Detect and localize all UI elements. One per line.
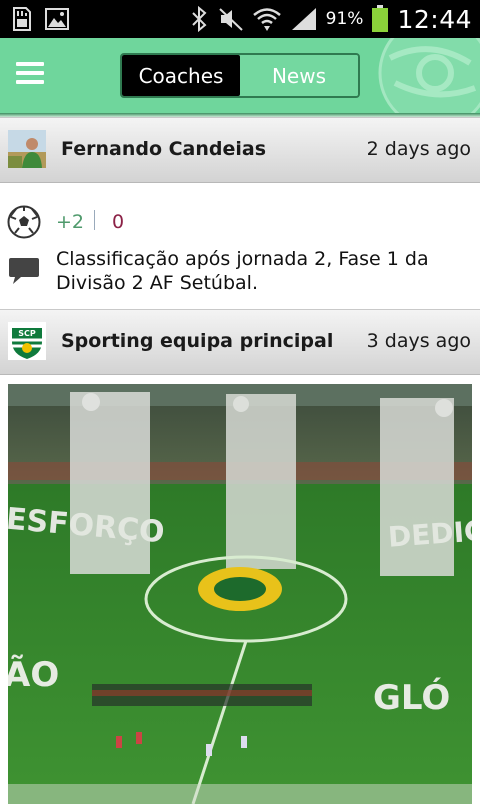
bluetooth-icon	[191, 6, 207, 32]
avatar-photo	[8, 130, 46, 168]
avatar[interactable]	[8, 130, 46, 168]
menu-button[interactable]	[16, 62, 44, 86]
pitch-text-dedic: DEDIC	[387, 514, 472, 554]
avatar[interactable]: SCP	[8, 322, 46, 360]
menu-line	[16, 62, 44, 66]
score-minus: 0	[112, 211, 125, 233]
menu-line	[16, 71, 44, 75]
ball-watermark-icon	[378, 38, 480, 113]
post-body: +2 0 Classificação após jornada 2, Fase …	[0, 183, 480, 308]
wifi-icon	[252, 8, 281, 31]
stadium-image: ESFORÇO DEDIC ÃO GLÓ	[8, 384, 472, 804]
score-plus: +2	[56, 211, 85, 233]
post-image[interactable]: ESFORÇO DEDIC ÃO GLÓ	[8, 384, 472, 804]
post-image-area: ESFORÇO DEDIC ÃO GLÓ	[0, 376, 480, 804]
app-header: Coaches News	[0, 38, 480, 113]
menu-line	[16, 80, 44, 84]
sd-card-icon	[13, 7, 31, 31]
tab-news[interactable]: News	[240, 55, 358, 96]
post-author[interactable]: Sporting equipa principal	[61, 330, 333, 352]
battery-icon	[372, 5, 389, 32]
post-author[interactable]: Fernando Candeias	[61, 138, 266, 160]
post-header[interactable]: Fernando Candeias 2 days ago	[0, 117, 480, 183]
score-divider	[94, 210, 95, 230]
clock: 12:44	[397, 4, 472, 34]
mute-icon	[218, 8, 243, 31]
signal-icon	[291, 8, 316, 30]
sporting-crest-icon: SCP	[8, 322, 46, 360]
post-time: 2 days ago	[366, 138, 471, 160]
soccer-ball-icon	[7, 205, 41, 239]
post-time: 3 days ago	[366, 330, 471, 352]
post-header[interactable]: SCP Sporting equipa principal 3 days ago	[0, 309, 480, 375]
crest-text: SCP	[18, 329, 36, 338]
system-icons: 91% 12:44	[188, 0, 472, 38]
tab-group: Coaches News	[120, 53, 360, 98]
comment-icon	[9, 258, 39, 284]
image-icon	[45, 8, 69, 30]
pitch-text-ao: ÃO	[8, 654, 59, 695]
post-text: Classificação após jornada 2, Fase 1 da …	[56, 248, 429, 294]
notification-icons	[8, 6, 70, 32]
pitch-text-glo: GLÓ	[373, 677, 450, 718]
status-bar: 91% 12:44	[0, 0, 480, 38]
battery-percent: 91%	[325, 9, 364, 29]
tab-coaches[interactable]: Coaches	[122, 55, 240, 96]
